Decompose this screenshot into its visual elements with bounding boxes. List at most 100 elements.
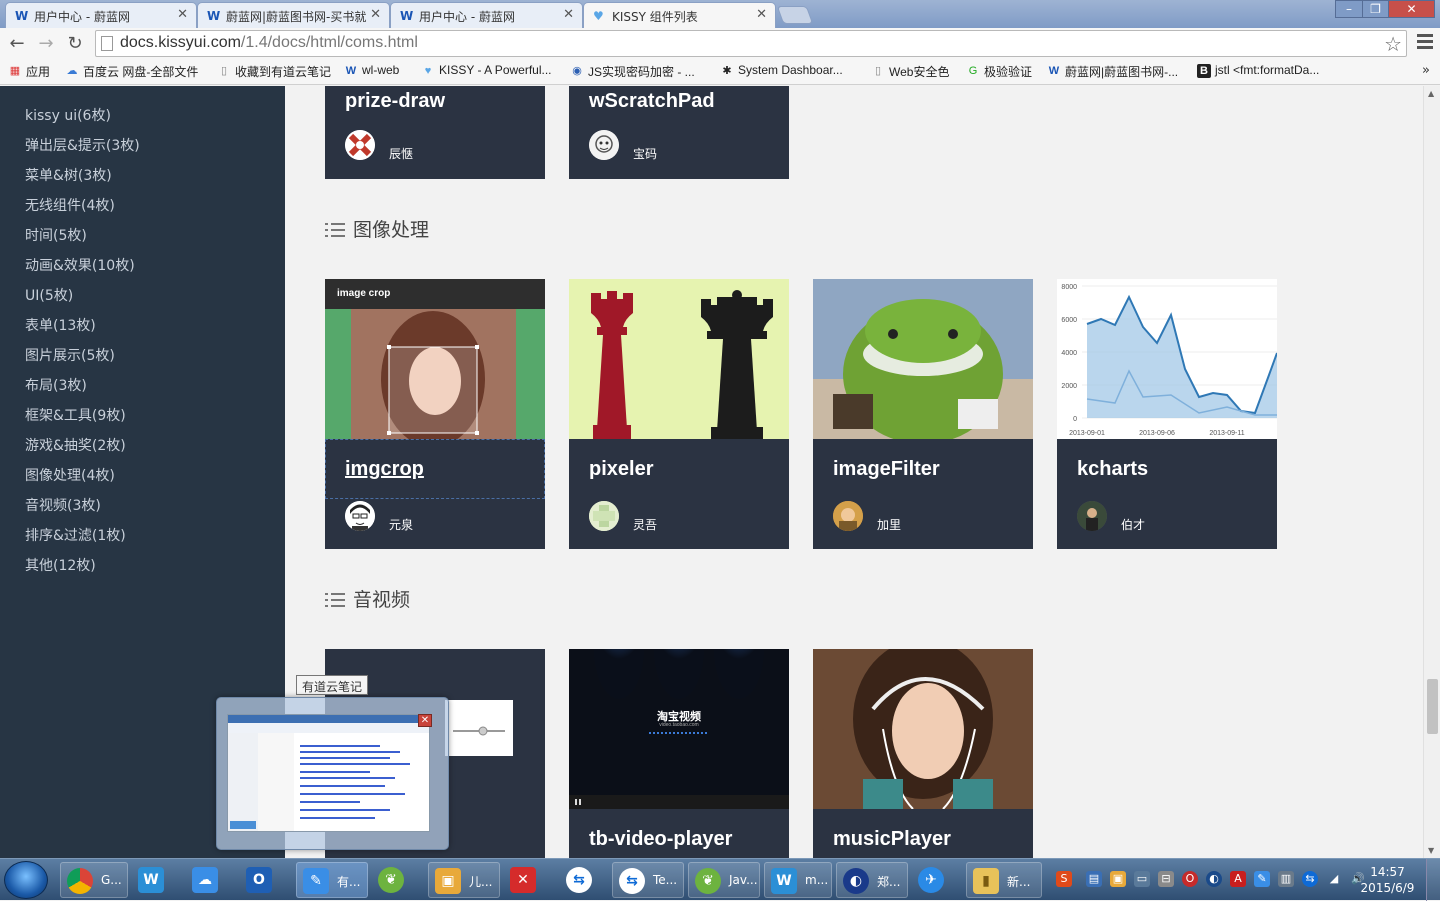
show-desktop-button[interactable] bbox=[1426, 859, 1440, 901]
preview-thumbnail[interactable] bbox=[227, 714, 430, 832]
sidebar-item[interactable]: 表单(13枚) bbox=[25, 315, 96, 335]
scroll-down-icon[interactable]: ▼ bbox=[1428, 846, 1434, 855]
card-title[interactable]: prize-draw bbox=[345, 90, 445, 113]
close-icon[interactable]: ✕ bbox=[756, 7, 767, 22]
component-card-pixeler[interactable]: pixeler 灵吾 bbox=[569, 279, 789, 549]
bookmark-item[interactable]: ☁ 百度云 网盘-全部文件 bbox=[65, 63, 199, 80]
taskbar-item[interactable]: Wm... bbox=[764, 862, 832, 898]
bookmark-apps[interactable]: ▦ 应用 bbox=[8, 63, 50, 80]
box-icon[interactable]: ▣ bbox=[1110, 871, 1126, 887]
bookmark-item[interactable]: Bjstl <fmt:formatDa... bbox=[1197, 63, 1319, 78]
sidebar-item[interactable]: kissy ui(6枚) bbox=[25, 105, 111, 125]
usb-icon[interactable]: ⊟ bbox=[1158, 871, 1174, 887]
close-icon[interactable]: ✕ bbox=[370, 7, 381, 22]
teamviewer-icon[interactable]: ⇆ bbox=[1302, 871, 1318, 887]
card-thumbnail[interactable] bbox=[813, 279, 1033, 439]
orb-icon[interactable]: ◐ bbox=[1206, 871, 1222, 887]
taskbar-item[interactable]: O bbox=[240, 862, 292, 898]
system-clock[interactable]: 14:57 2015/6/9 bbox=[1355, 864, 1420, 896]
component-card-musicplayer[interactable]: musicPlayer bbox=[813, 649, 1033, 858]
taskbar-item[interactable]: ▮ 新... bbox=[966, 862, 1042, 898]
sidebar-item[interactable]: 游戏&抽奖(2枚) bbox=[25, 435, 126, 455]
card-thumbnail[interactable] bbox=[569, 279, 789, 439]
card-title[interactable]: imageFilter bbox=[833, 458, 940, 481]
taskbar-item[interactable]: ☁ bbox=[186, 862, 238, 898]
taskbar-item[interactable]: ✈ bbox=[912, 862, 964, 898]
bookmark-item[interactable]: W 蔚蓝网|蔚蓝图书网-... bbox=[1047, 63, 1178, 80]
sidebar-item[interactable]: 无线组件(4枚) bbox=[25, 195, 115, 215]
card-thumbnail[interactable]: image crop bbox=[325, 279, 545, 439]
maximize-button[interactable]: ❐ bbox=[1362, 0, 1389, 18]
close-icon[interactable]: ✕ bbox=[177, 7, 188, 22]
card-title[interactable]: pixeler bbox=[589, 458, 653, 481]
card-title[interactable]: imgcrop bbox=[345, 458, 424, 481]
taskbar-item[interactable]: ❦ bbox=[372, 862, 424, 898]
sidebar-item[interactable]: 图片展示(5枚) bbox=[25, 345, 115, 365]
browser-tab[interactable]: W 蔚蓝网|蔚蓝图书网-买书就 ✕ bbox=[197, 2, 390, 28]
sidebar-item[interactable]: 动画&效果(10枚) bbox=[25, 255, 135, 275]
scroll-up-icon[interactable]: ▲ bbox=[1428, 89, 1434, 98]
forward-button[interactable]: → bbox=[34, 32, 58, 56]
window-close-button[interactable]: ✕ bbox=[1388, 0, 1435, 18]
sidebar-item[interactable]: 其他(12枚) bbox=[25, 555, 96, 575]
back-button[interactable]: ← bbox=[5, 32, 29, 56]
sidebar-item[interactable]: 图像处理(4枚) bbox=[25, 465, 115, 485]
component-card-imagefilter[interactable]: imageFilter 加里 bbox=[813, 279, 1033, 549]
taskbar-item[interactable]: ▣ 儿... bbox=[428, 862, 500, 898]
card-title[interactable]: kcharts bbox=[1077, 458, 1148, 481]
card-thumbnail[interactable]: 8000 6000 4000 2000 0 2013-09-01 2013-09… bbox=[1057, 279, 1277, 439]
youdao-note-icon[interactable]: ✎ bbox=[1254, 871, 1270, 887]
bookmark-item[interactable]: ▯ Web安全色 bbox=[871, 63, 950, 80]
taskbar-item[interactable]: ⇆ bbox=[560, 862, 612, 898]
new-tab-button[interactable] bbox=[776, 6, 814, 24]
component-card-imgcrop[interactable]: image crop imgcrop 元泉 bbox=[325, 279, 545, 549]
sidebar-item[interactable]: 框架&工具(9枚) bbox=[25, 405, 126, 425]
sidebar-item[interactable]: 弹出层&提示(3枚) bbox=[25, 135, 140, 155]
start-button[interactable] bbox=[4, 861, 48, 899]
component-card[interactable]: wScratchPad 宝码 bbox=[569, 86, 789, 179]
sidebar-item[interactable]: 排序&过滤(1枚) bbox=[25, 525, 126, 545]
taskbar-item[interactable]: ⇆ Te... bbox=[612, 862, 684, 898]
sogou-icon[interactable]: S bbox=[1056, 871, 1072, 887]
minimize-button[interactable]: – bbox=[1335, 0, 1363, 18]
address-bar[interactable]: docs.kissyui.com/1.4/docs/html/coms.html… bbox=[95, 30, 1407, 57]
preview-close-button[interactable]: ✕ bbox=[418, 714, 432, 727]
bookmark-item[interactable]: ▯ 收藏到有道云笔记 bbox=[217, 63, 331, 80]
card-thumbnail[interactable] bbox=[813, 649, 1033, 809]
component-card[interactable]: prize-draw 辰惬 bbox=[325, 86, 545, 179]
taskbar-window-preview[interactable]: ✕ bbox=[216, 697, 449, 850]
component-card-tb-video-player[interactable]: 淘宝视频 video.taobao.com tb-video-player bbox=[569, 649, 789, 858]
bookmark-item[interactable]: G 极验验证 bbox=[966, 63, 1032, 80]
monitor-icon[interactable]: ▥ bbox=[1278, 871, 1294, 887]
taskbar-item[interactable]: ✕ bbox=[504, 862, 556, 898]
bookmark-item[interactable]: ♥ KISSY - A Powerful... bbox=[421, 63, 552, 77]
taskbar-item[interactable]: G... bbox=[60, 862, 128, 898]
taskbar-item[interactable]: ❦ Jav... bbox=[688, 862, 760, 898]
sidebar-item[interactable]: 时间(5枚) bbox=[25, 225, 87, 245]
network-icon[interactable]: ▤ bbox=[1086, 871, 1102, 887]
taskbar-item[interactable]: ◐ 郑... bbox=[836, 862, 908, 898]
taskbar-item[interactable]: W bbox=[132, 862, 190, 898]
reload-button[interactable]: ↻ bbox=[63, 32, 87, 56]
taskbar-item-active[interactable]: ✎ 有... bbox=[296, 862, 368, 898]
adobe-icon[interactable]: A bbox=[1230, 871, 1246, 887]
sidebar-item[interactable]: 布局(3枚) bbox=[25, 375, 87, 395]
page-scrollbar[interactable]: ▲ ▼ bbox=[1423, 86, 1440, 858]
opera-icon[interactable]: O bbox=[1182, 871, 1198, 887]
sidebar-item[interactable]: 音视频(3枚) bbox=[25, 495, 101, 515]
display-icon[interactable]: ▭ bbox=[1134, 871, 1150, 887]
sidebar-item[interactable]: 菜单&树(3枚) bbox=[25, 165, 112, 185]
bookmark-star-icon[interactable]: ☆ bbox=[1384, 32, 1402, 56]
menu-icon[interactable] bbox=[1417, 34, 1433, 50]
close-icon[interactable]: ✕ bbox=[563, 7, 574, 22]
card-title[interactable]: musicPlayer bbox=[833, 828, 951, 851]
bookmark-item[interactable]: Wwl-web bbox=[344, 63, 400, 77]
card-title[interactable]: tb-video-player bbox=[589, 828, 732, 851]
browser-tab[interactable]: W 用户中心 - 蔚蓝网 ✕ bbox=[390, 2, 583, 28]
bookmark-item[interactable]: ✱ System Dashboar... bbox=[720, 63, 842, 77]
component-card-kcharts[interactable]: 8000 6000 4000 2000 0 2013-09-01 2013-09… bbox=[1057, 279, 1277, 549]
card-title[interactable]: wScratchPad bbox=[589, 90, 715, 113]
browser-tab[interactable]: W 用户中心 - 蔚蓝网 ✕ bbox=[5, 2, 197, 28]
scrollbar-thumb[interactable] bbox=[1427, 679, 1438, 734]
card-thumbnail[interactable]: 淘宝视频 video.taobao.com bbox=[569, 649, 789, 809]
